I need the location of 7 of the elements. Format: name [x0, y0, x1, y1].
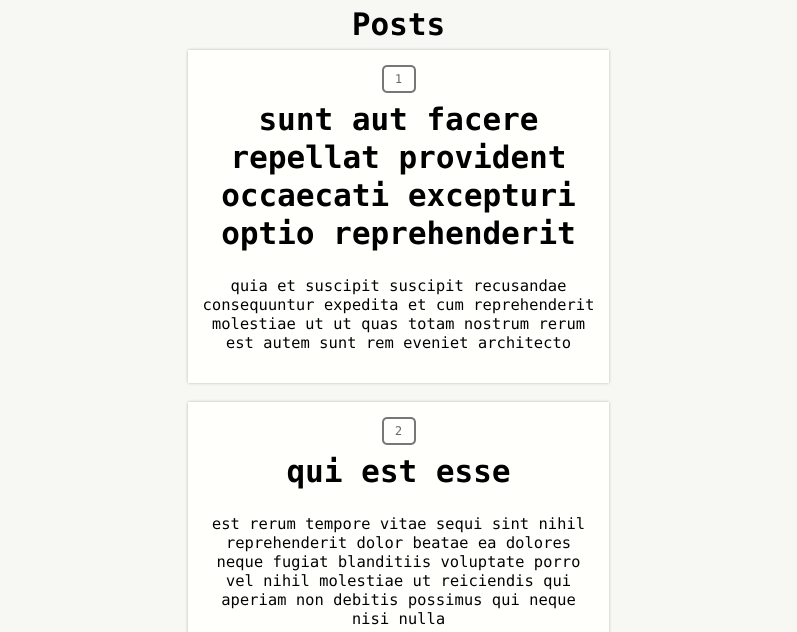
post-body: quia et suscipit suscipit recusandae consequuntur expedita et cum reprehenderit molestiae ut ut quas totam nostrum rerum est autem sunt rem eveniet architecto — [202, 277, 596, 353]
post-body: est rerum tempore vitae sequi sint nihil reprehenderit dolor beatae ea dolores neque fugiat blanditiis voluptate porro vel nihil molestiae ut reiciendis qui aperiam non debitis possimus qui neque nisi nulla — [210, 515, 586, 629]
post-title: sunt aut facere repellat provident occaecati excepturi optio reprehenderit — [220, 101, 577, 253]
post-number: 2 — [382, 417, 416, 445]
post-number: 1 — [382, 65, 416, 93]
post-title: qui est esse — [286, 453, 510, 491]
page-title: Posts — [352, 6, 446, 44]
